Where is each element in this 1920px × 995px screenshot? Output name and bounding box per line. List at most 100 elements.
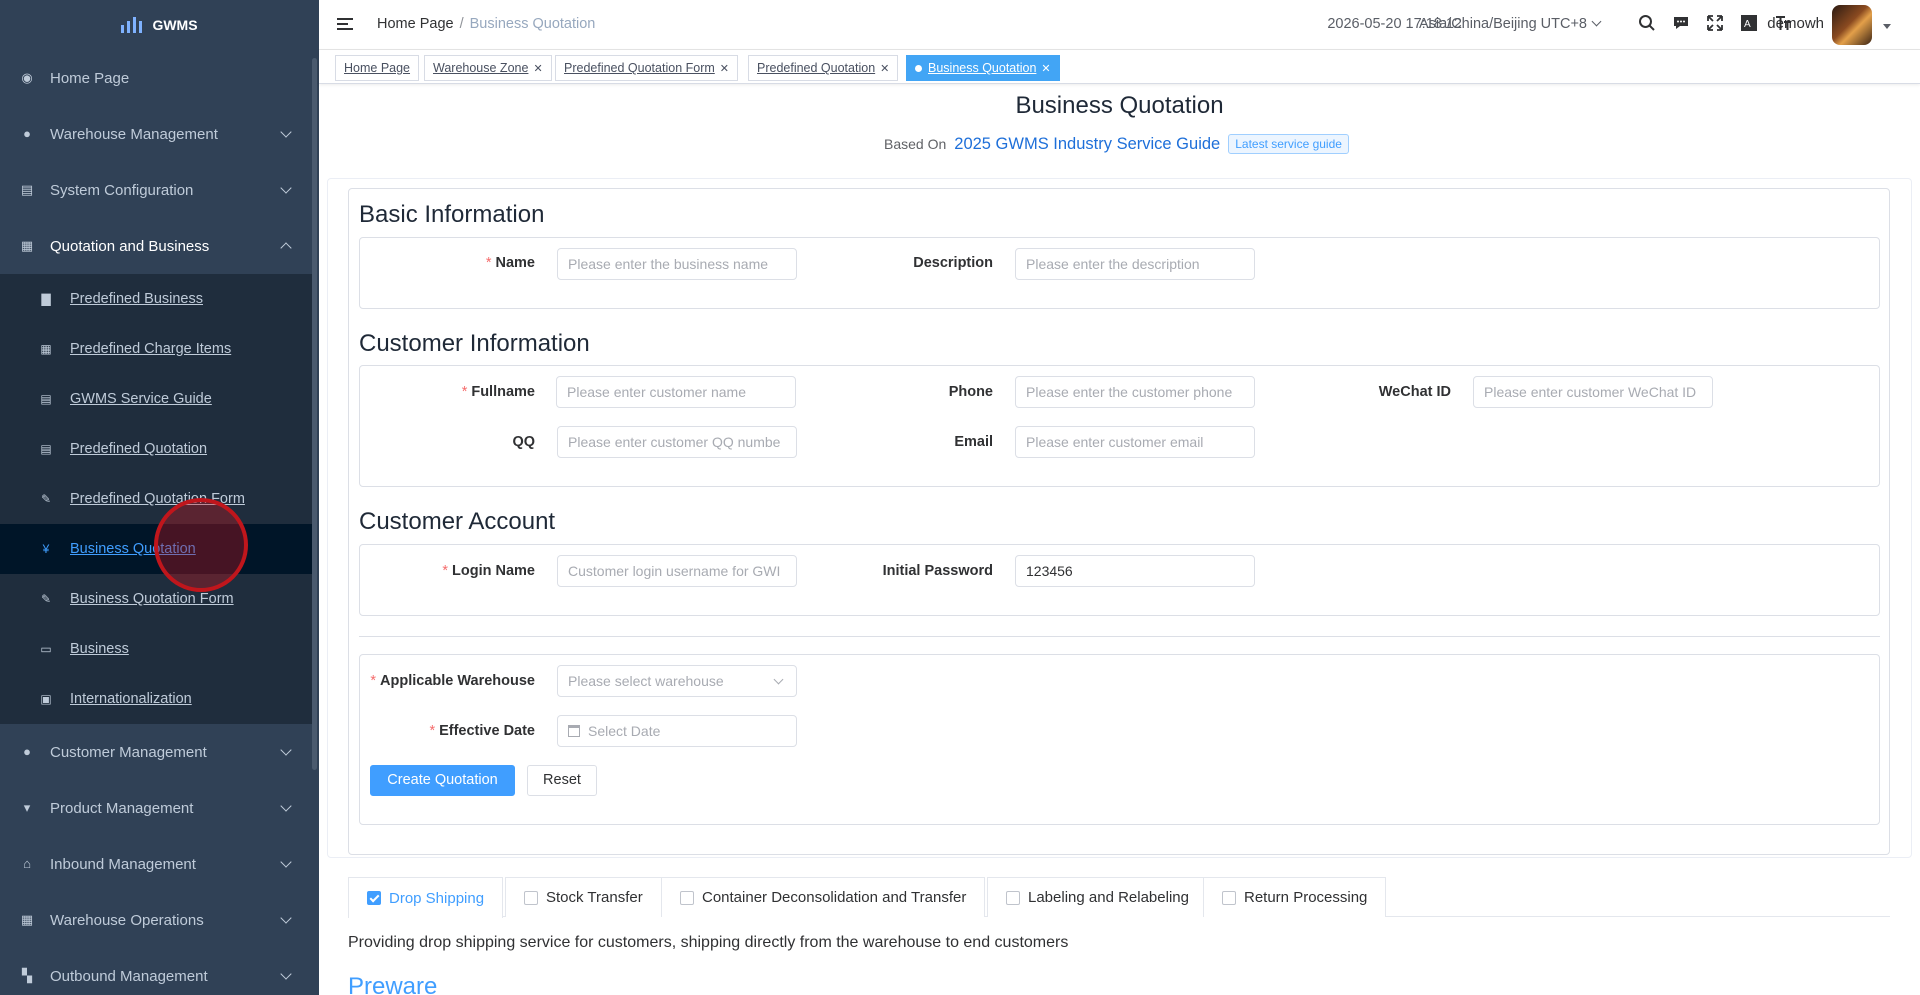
tag-home-page[interactable]: Home Page: [335, 55, 420, 81]
app-name: GWMS: [152, 17, 198, 33]
wechat-input[interactable]: Please enter customer WeChat ID: [1473, 376, 1713, 408]
checkbox-icon[interactable]: [524, 890, 538, 905]
sidebar-subitem-predefined-quotation-form[interactable]: ✎ Predefined Quotation Form: [0, 474, 312, 524]
calendar-icon: ▇: [41, 292, 51, 306]
sidebar-scrollbar[interactable]: [312, 58, 317, 770]
chevron-down-icon: [280, 800, 292, 812]
sidebar-subitem-business-quotation-form[interactable]: ✎ Business Quotation Form: [0, 574, 312, 624]
tag-business-quotation[interactable]: Business Quotation ✕: [906, 55, 1060, 81]
section-title-customer-information: Customer Information: [359, 330, 590, 357]
quotation-icon: ▦: [20, 238, 34, 253]
initial-password-input[interactable]: 123456: [1015, 555, 1255, 587]
email-input[interactable]: Please enter customer email: [1015, 426, 1255, 458]
settings-icon: ▤: [20, 182, 34, 197]
close-icon[interactable]: ✕: [880, 62, 889, 75]
dashboard-icon: ◉: [21, 70, 33, 85]
message-icon[interactable]: [1671, 14, 1691, 34]
chevron-down-icon: [280, 126, 292, 138]
checkbox-icon[interactable]: [1006, 890, 1020, 905]
effective-date-picker[interactable]: Select Date: [557, 715, 797, 747]
sidebar-subitem-predefined-quotation[interactable]: ▤ Predefined Quotation: [0, 424, 312, 474]
description-label: Description: [913, 255, 993, 271]
close-icon[interactable]: ✕: [720, 62, 729, 75]
create-quotation-button[interactable]: Create Quotation: [370, 765, 515, 796]
sidebar-subitem-internationalization[interactable]: ▣ Internationalization: [0, 674, 312, 724]
sidebar-item-warehouse-management[interactable]: ● Warehouse Management: [0, 106, 312, 162]
hamburger-icon[interactable]: [337, 18, 353, 32]
section-title-basic-information: Basic Information: [359, 201, 545, 228]
sidebar-subitem-business[interactable]: ▭ Business: [0, 624, 312, 674]
login-name-input[interactable]: Customer login username for GWI: [557, 555, 797, 587]
name-input[interactable]: Please enter the business name: [557, 248, 797, 280]
sidebar-item-quotation-and-business[interactable]: ▦ Quotation and Business: [0, 218, 312, 274]
tag-predefined-quotation[interactable]: Predefined Quotation ✕: [748, 55, 899, 81]
service-tab-drop-shipping[interactable]: Drop Shipping: [348, 877, 504, 918]
language-icon: ▣: [40, 692, 52, 706]
qq-label: QQ: [512, 434, 535, 450]
username[interactable]: demowh: [1767, 15, 1824, 32]
close-icon[interactable]: ✕: [533, 62, 542, 75]
phone-input[interactable]: Please enter the customer phone: [1015, 376, 1255, 408]
sidebar-item-warehouse-operations[interactable]: ▦ Warehouse Operations: [0, 892, 312, 948]
wechat-label: WeChat ID: [1378, 384, 1451, 400]
home-icon: ⌂: [23, 856, 31, 871]
sidebar-subitem-predefined-business[interactable]: ▇ Predefined Business: [0, 274, 312, 324]
chevron-down-icon: [280, 856, 292, 868]
timezone-select[interactable]: Asia/China/Beijing UTC+8: [1419, 16, 1602, 32]
breadcrumb-current: Business Quotation: [469, 16, 596, 32]
service-tab-return-processing[interactable]: Return Processing: [1203, 877, 1387, 917]
search-icon[interactable]: [1637, 14, 1657, 34]
sidebar-item-customer-management[interactable]: ● Customer Management: [0, 724, 312, 780]
sidebar-item-system-configuration[interactable]: ▤ System Configuration: [0, 162, 312, 218]
edit-icon: ✎: [40, 592, 52, 606]
avatar[interactable]: [1832, 5, 1872, 45]
apps-icon: ▚: [22, 968, 32, 983]
calendar-icon: [568, 725, 580, 737]
checkbox-icon[interactable]: [1222, 890, 1236, 905]
chevron-down-icon: [280, 968, 292, 980]
tag-warehouse-zone[interactable]: Warehouse Zone ✕: [424, 55, 552, 81]
breadcrumb: Home Page / Business Quotation: [377, 16, 596, 32]
description-input[interactable]: Please enter the description: [1015, 248, 1255, 280]
service-tab-labeling-relabeling[interactable]: Labeling and Relabeling: [987, 877, 1208, 917]
based-on-row: Based On 2025 GWMS Industry Service Guid…: [884, 134, 1349, 154]
service-guide-link[interactable]: 2025 GWMS Industry Service Guide: [954, 135, 1220, 154]
qq-input[interactable]: Please enter customer QQ numbe: [557, 426, 797, 458]
caret-down-icon[interactable]: [1883, 24, 1891, 29]
chevron-down-icon: [280, 912, 292, 924]
chevron-up-icon: [280, 242, 292, 254]
checkbox-checked-icon[interactable]: [367, 891, 381, 905]
sidebar-item-outbound-management[interactable]: ▚ Outbound Management: [0, 948, 312, 995]
table-icon: ▦: [40, 342, 52, 356]
cart-icon: ▾: [23, 800, 31, 815]
login-name-label: * Login Name: [442, 563, 535, 579]
applicable-warehouse-label: * Applicable Warehouse: [370, 673, 535, 689]
email-label: Email: [954, 434, 993, 450]
fullscreen-icon[interactable]: [1705, 14, 1725, 34]
chevron-down-icon: [773, 674, 784, 685]
translate-icon[interactable]: A: [1739, 14, 1759, 34]
app-logo[interactable]: GWMS: [0, 0, 319, 50]
checkbox-icon[interactable]: [680, 890, 694, 905]
fullname-input[interactable]: Please enter customer name: [556, 376, 796, 408]
page-title: Business Quotation: [1015, 92, 1224, 119]
sidebar-subitem-predefined-charge-items[interactable]: ▦ Predefined Charge Items: [0, 324, 312, 374]
edit-icon: ✎: [40, 492, 52, 506]
close-icon[interactable]: ✕: [1041, 62, 1050, 75]
sidebar-item-home-page[interactable]: ◉ Home Page: [0, 50, 312, 106]
effective-date-label: * Effective Date: [429, 723, 535, 739]
service-tab-container-deconsolidation[interactable]: Container Deconsolidation and Transfer: [661, 877, 986, 917]
form-divider: [359, 636, 1880, 637]
reset-button[interactable]: Reset: [527, 765, 597, 796]
name-label: * Name: [485, 255, 535, 271]
tag-predefined-quotation-form[interactable]: Predefined Quotation Form ✕: [555, 55, 738, 81]
breadcrumb-home[interactable]: Home Page: [377, 16, 454, 32]
yen-icon: ¥: [42, 542, 50, 556]
sidebar: GWMS ◉ Home Page ● Warehouse Management …: [0, 0, 319, 995]
sidebar-item-inbound-management[interactable]: ⌂ Inbound Management: [0, 836, 312, 892]
warehouse-select[interactable]: Please select warehouse: [557, 665, 797, 697]
sidebar-item-product-management[interactable]: ▾ Product Management: [0, 780, 312, 836]
service-tab-stock-transfer[interactable]: Stock Transfer: [505, 877, 662, 917]
initial-password-label: Initial Password: [882, 563, 993, 579]
sidebar-subitem-gwms-service-guide[interactable]: ▤ GWMS Service Guide: [0, 374, 312, 424]
